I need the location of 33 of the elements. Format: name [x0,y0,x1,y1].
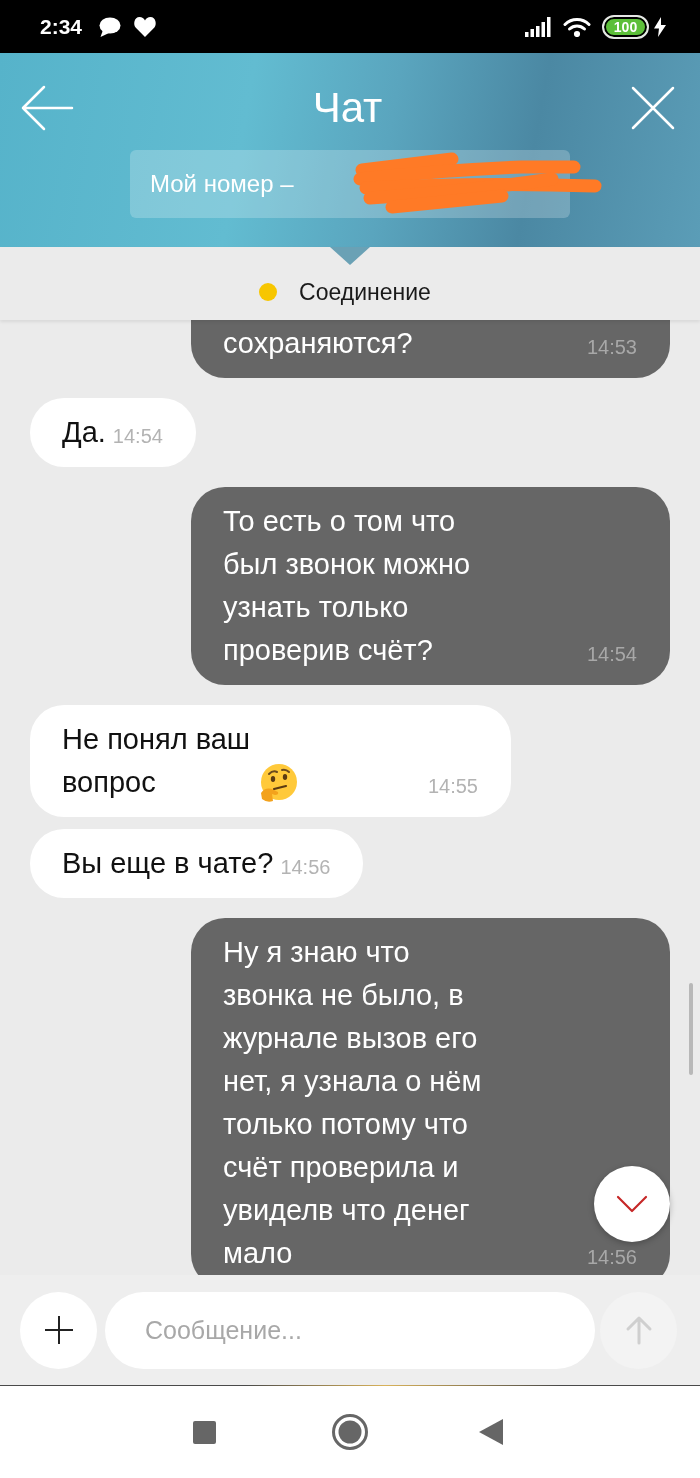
message-input[interactable]: Сообщение... [105,1291,595,1369]
up-arrow-icon [624,1315,653,1345]
message-text: Вы еще в чате? [62,846,274,881]
message-time: 14:54 [112,424,163,449]
message-time: 14:56 [586,1245,637,1270]
header-pointer-icon [330,247,370,265]
signal-bars-icon [525,16,552,37]
square-icon[interactable] [193,1420,216,1444]
chevron-down-icon [616,1195,648,1213]
close-icon [631,86,675,130]
heart-icon [133,16,158,37]
message-text: Не понял ваш вопрос [62,722,251,800]
charging-bolt-icon [654,16,666,37]
wifi-icon [563,16,591,37]
message-text: То есть о том что был звонок можно узнать только проверив счёт? [223,504,471,668]
home-circle-icon[interactable] [332,1414,368,1450]
back-triangle-icon[interactable] [479,1419,503,1445]
connection-status-text: Соединение [299,277,431,307]
close-button[interactable] [631,86,675,130]
message-time: 14:53 [586,335,637,360]
message-text: Ну я знаю что звонка не было, в журнале вызов его нет, я узнала о нём только потому что счёт проверила и увиделв что денег мало [223,935,482,1271]
message-text: сохраняются? [223,326,413,361]
message-time: 14:55 [427,774,478,799]
message-bubble-icon [99,16,122,37]
message-text: Да. [62,415,106,450]
message-time: 14:56 [280,855,331,880]
clock-time: 2:34 [40,13,83,40]
battery-indicator: 100 [602,14,649,39]
plus-icon [44,1316,73,1344]
back-arrow-icon [20,85,74,131]
chat-title: Чат [312,83,383,133]
message-time: 14:54 [586,642,637,667]
phone-number-label: Мой номер – [150,169,294,199]
